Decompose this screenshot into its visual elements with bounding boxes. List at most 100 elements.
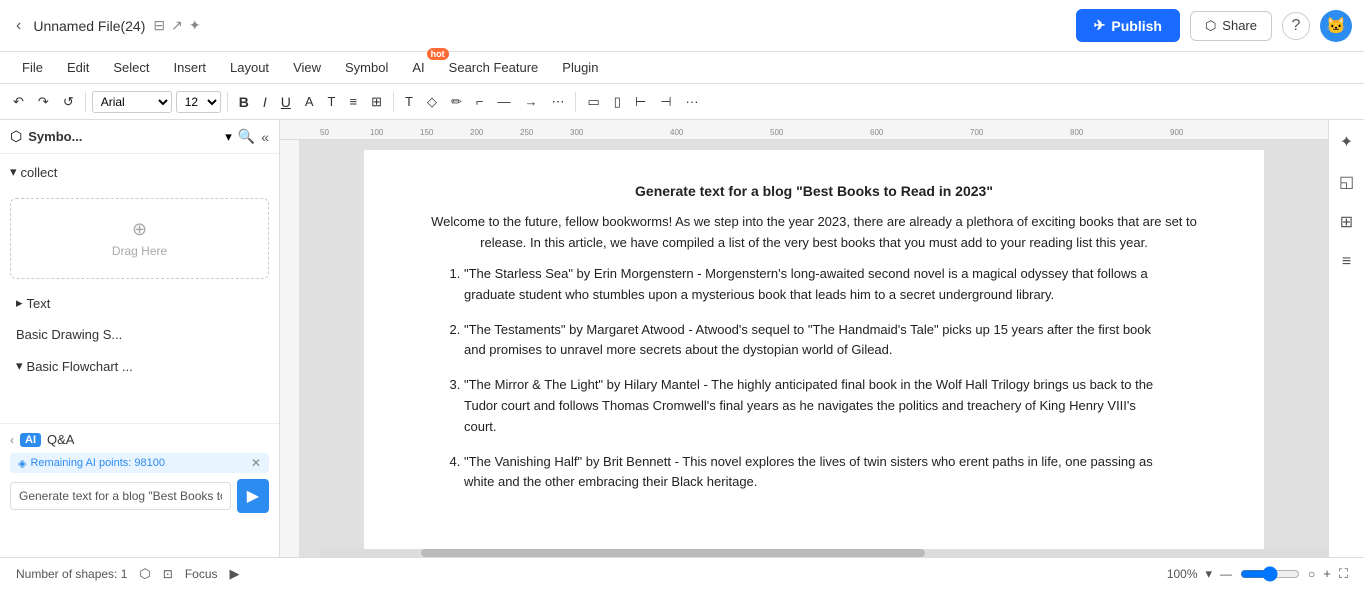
pen-button[interactable]: ✏ xyxy=(446,91,467,113)
color-button[interactable]: A xyxy=(300,91,319,112)
chevron-icon: ▾ xyxy=(225,129,232,145)
zoom-minus: — xyxy=(1220,567,1232,581)
menu-layout[interactable]: Layout xyxy=(220,56,279,79)
menu-view[interactable]: View xyxy=(283,56,331,79)
rp-pen-button[interactable]: ✦ xyxy=(1333,128,1361,156)
title-icons: ⊟ ↗ ✦ xyxy=(153,17,200,34)
sidebar-collapse-button[interactable]: « xyxy=(261,128,269,145)
text-style-button[interactable]: T xyxy=(323,91,341,112)
ai-remaining-bar: ◈ Remaining AI points: 98100 ✕ xyxy=(10,453,269,473)
sidebar-item-basic-drawing[interactable]: Basic Drawing S... xyxy=(6,321,273,348)
star-icon[interactable]: ✦ xyxy=(189,17,201,34)
right-align-button[interactable]: ⊣ xyxy=(655,91,676,113)
menu-edit[interactable]: Edit xyxy=(57,56,99,79)
toolbar-sep-3 xyxy=(393,92,394,112)
zoom-level: 100% xyxy=(1167,567,1198,581)
ai-panel-header: ‹ AI Q&A xyxy=(10,432,269,447)
underline-button[interactable]: U xyxy=(276,91,296,113)
top-bar-right: ✈ Publish ⬡ Share ? 🐱 xyxy=(1076,9,1352,42)
remaining-icon: ◈ xyxy=(18,457,26,470)
rp-lines-button[interactable]: ≡ xyxy=(1333,248,1361,276)
sidebar-shape-icon: ⬡ xyxy=(10,128,22,145)
layers-button[interactable]: ⬡ xyxy=(139,566,150,582)
menu-symbol[interactable]: Symbol xyxy=(335,56,398,79)
scrollbar-thumb[interactable] xyxy=(421,549,925,557)
shape-button[interactable]: ◇ xyxy=(422,91,442,113)
chevron-down-icon-2: ▾ xyxy=(16,358,23,374)
zoom-dropdown-button[interactable]: ▾ xyxy=(1206,566,1213,582)
sidebar-title: Symbo... xyxy=(28,129,219,144)
align2-button[interactable]: ⊞ xyxy=(366,91,387,113)
ruler-mark-400: 400 xyxy=(670,128,683,137)
menu-file[interactable]: File xyxy=(12,56,53,79)
ruler-mark-800: 800 xyxy=(1070,128,1083,137)
sidebar-header: ⬡ Symbo... ▾ 🔍 « xyxy=(0,120,279,154)
font-select[interactable]: Arial xyxy=(92,91,172,113)
panel1-button[interactable]: ▭ xyxy=(582,91,604,113)
zoom-plus-button[interactable]: + xyxy=(1323,566,1331,581)
status-bar: Number of shapes: 1 ⬡ ⊡ Focus ▶ 100% ▾ —… xyxy=(0,557,1364,589)
dotted-line-button[interactable]: ⋯ xyxy=(546,91,569,113)
rp-grid-button[interactable]: ⊞ xyxy=(1333,208,1361,236)
menu-plugin[interactable]: Plugin xyxy=(552,56,608,79)
avatar[interactable]: 🐱 xyxy=(1320,10,1352,42)
sidebar-item-text[interactable]: ▸ Text xyxy=(6,289,273,317)
sidebar-basic-drawing-label: Basic Drawing S... xyxy=(16,327,122,342)
ruler-mark-600: 600 xyxy=(870,128,883,137)
menu-select[interactable]: Select xyxy=(103,56,159,79)
back-button[interactable]: ‹ xyxy=(12,13,25,39)
zoom-slider[interactable] xyxy=(1240,566,1300,582)
canvas-area[interactable]: Generate text for a blog "Best Books to … xyxy=(300,140,1328,557)
drag-here-area[interactable]: ⊕ Drag Here xyxy=(10,198,269,279)
ruler-mark-900: 900 xyxy=(1170,128,1183,137)
bold-button[interactable]: B xyxy=(234,91,254,113)
menu-ai[interactable]: AI hot xyxy=(402,56,434,79)
history-button[interactable]: ↺ xyxy=(58,91,79,113)
ruler-mark-700: 700 xyxy=(970,128,983,137)
align-button[interactable]: ≡ xyxy=(344,91,362,112)
sidebar-search-button[interactable]: 🔍 xyxy=(238,128,255,145)
text-tool-button[interactable]: T xyxy=(400,91,418,112)
italic-button[interactable]: I xyxy=(258,91,272,113)
export-icon[interactable]: ↗ xyxy=(171,17,183,34)
right-panel: ✦ ◱ ⊞ ≡ xyxy=(1328,120,1364,557)
menu-insert[interactable]: Insert xyxy=(164,56,217,79)
status-bar-right: 100% ▾ — ○ + ⛶ xyxy=(1167,566,1348,582)
help-button[interactable]: ? xyxy=(1282,12,1310,40)
save-icon[interactable]: ⊟ xyxy=(153,17,165,34)
panel2-button[interactable]: ▯ xyxy=(609,91,626,113)
connector-button[interactable]: ⌐ xyxy=(471,91,489,112)
file-title: Unnamed File(24) xyxy=(33,18,145,34)
share-button[interactable]: ⬡ Share xyxy=(1190,11,1272,41)
ai-panel-title: Q&A xyxy=(47,432,269,447)
sidebar-item-text-group: ▸ Text xyxy=(16,295,263,311)
ai-remaining-close-button[interactable]: ✕ xyxy=(251,456,261,470)
arrow-button[interactable]: → xyxy=(519,91,542,112)
menu-search-feature[interactable]: Search Feature xyxy=(439,56,549,79)
ruler-mark-250: 250 xyxy=(520,128,533,137)
top-bar: ‹ Unnamed File(24) ⊟ ↗ ✦ ✈ Publish ⬡ Sha… xyxy=(0,0,1364,52)
left-align-button[interactable]: ⊢ xyxy=(630,91,651,113)
line-button[interactable]: — xyxy=(492,91,515,112)
size-select[interactable]: 12 xyxy=(176,91,221,113)
more-tools-button[interactable]: ··· xyxy=(681,91,704,112)
undo-button[interactable]: ↶ xyxy=(8,91,29,113)
ai-input[interactable] xyxy=(10,482,231,510)
sidebar-item-basic-flowchart[interactable]: ▾ Basic Flowchart ... xyxy=(6,352,273,380)
canvas-book-list: "The Starless Sea" by Erin Morgenstern -… xyxy=(464,264,1164,493)
collect-header[interactable]: ▾ collect xyxy=(10,160,269,184)
ai-collapse-button[interactable]: ‹ xyxy=(10,433,14,447)
ruler-mark-50: 50 xyxy=(320,128,329,137)
publish-button[interactable]: ✈ Publish xyxy=(1076,9,1180,42)
ai-send-button[interactable]: ▶ xyxy=(237,479,269,513)
horizontal-scrollbar[interactable] xyxy=(320,549,1328,557)
play-button[interactable]: ▶ xyxy=(230,566,240,582)
rp-layout-button[interactable]: ◱ xyxy=(1333,168,1361,196)
canvas-intro: Welcome to the future, fellow bookworms!… xyxy=(414,212,1214,254)
fullscreen-button[interactable]: ⛶ xyxy=(1339,566,1348,582)
redo-button[interactable]: ↷ xyxy=(33,91,54,113)
list-item-3: "The Mirror & The Light" by Hilary Mante… xyxy=(464,375,1164,437)
plus-icon: ⊕ xyxy=(31,219,248,240)
collect-label: collect xyxy=(21,165,58,180)
ruler-mark-300: 300 xyxy=(570,128,583,137)
